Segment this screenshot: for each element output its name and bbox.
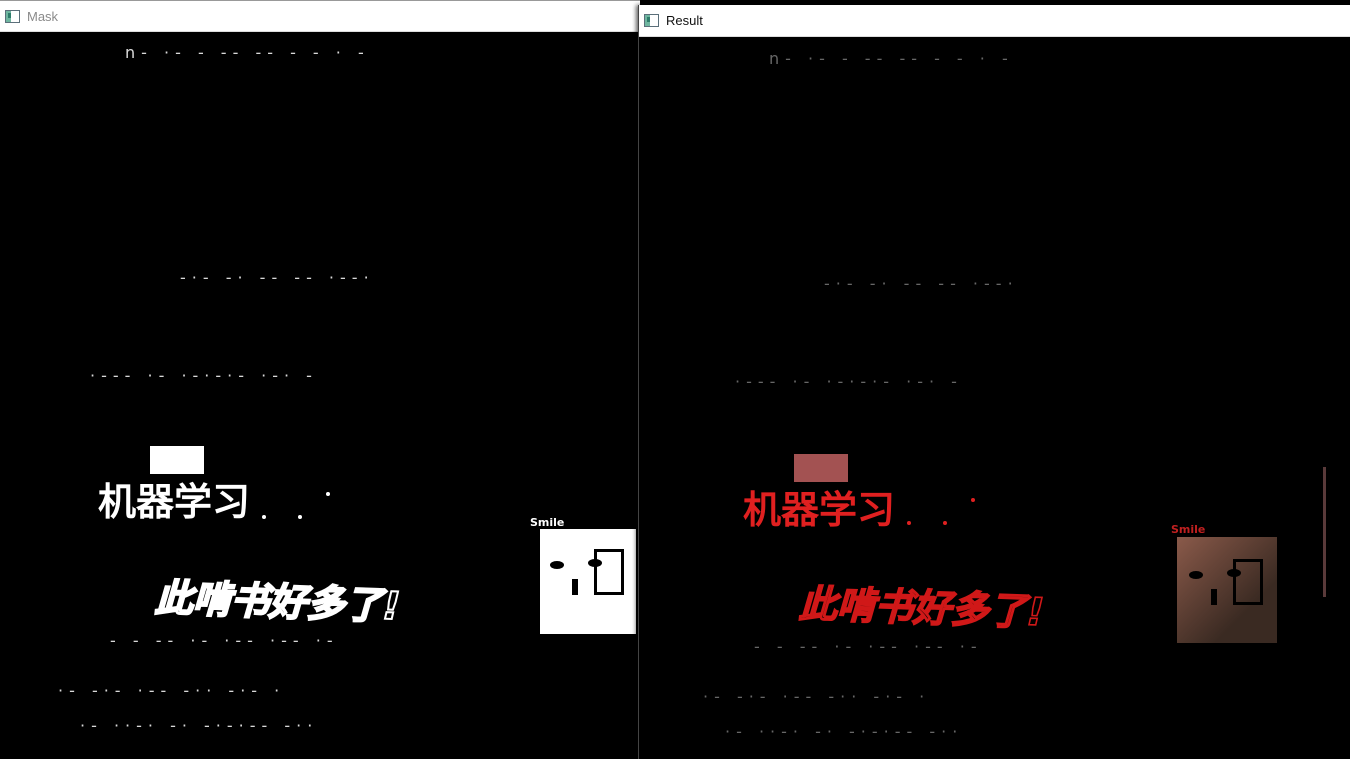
noise-text-row: n- ·- - -- -- - - · - (125, 43, 370, 62)
noise-text-row: ·- ··-· -· -·-·-- -·· (80, 716, 319, 735)
face-label: Smile (530, 516, 565, 529)
app-icon (5, 9, 20, 23)
headline-text: 机器学习 (743, 488, 896, 532)
mask-window[interactable]: Mask n- ·- - -- -- - - · - -·- -· -- -- … (0, 0, 640, 759)
noise-text-row: - - -- ·- ·-- ·-- ·- (110, 631, 339, 650)
result-window-title: Result (666, 13, 703, 28)
noise-text-row: ·--- ·- ·-·-·- ·-· - (90, 366, 318, 385)
mask-titlebar[interactable]: Mask (0, 0, 640, 32)
result-titlebar[interactable]: Result (639, 5, 1350, 37)
noise-text-row: ·--- ·- ·-·-·- ·-· - (735, 372, 963, 391)
face-label: Smile (1171, 523, 1206, 536)
face-image (1177, 537, 1277, 643)
app-icon (644, 14, 659, 27)
graphic-tag (794, 454, 848, 482)
noise-text-row: n- ·- - -- -- - - · - (769, 49, 1014, 68)
slogan-text: 此啃书好多了! (797, 581, 1045, 635)
noise-text-row: - - -- ·- ·-- ·-- ·- (754, 637, 983, 656)
slogan-text: 此啃书好多了! (153, 575, 402, 630)
noise-text-row: ·- ··-· -· -·-·-- -·· (725, 722, 964, 741)
noise-text-row: ·- -·- ·-- -·· -·- · (58, 681, 286, 700)
edge-artifact (1323, 467, 1326, 597)
result-window[interactable]: Result n- ·- - -- -- - - · - -·- -· -- -… (638, 5, 1350, 759)
graphic-tag (150, 446, 204, 474)
noise-text-row: ·- -·- ·-- -·· -·- · (703, 687, 931, 706)
headline-text: 机器学习 (98, 480, 251, 524)
mask-window-title: Mask (27, 8, 59, 24)
mask-image: n- ·- - -- -- - - · - -·- -· -- -- ·--· … (0, 31, 640, 759)
noise-text-row: -·- -· -- -- ·--· (180, 268, 375, 287)
face-image (540, 529, 636, 634)
result-image: n- ·- - -- -- - - · - -·- -· -- -- ·--· … (639, 37, 1350, 759)
noise-text-row: -·- -· -- -- ·--· (824, 274, 1019, 293)
